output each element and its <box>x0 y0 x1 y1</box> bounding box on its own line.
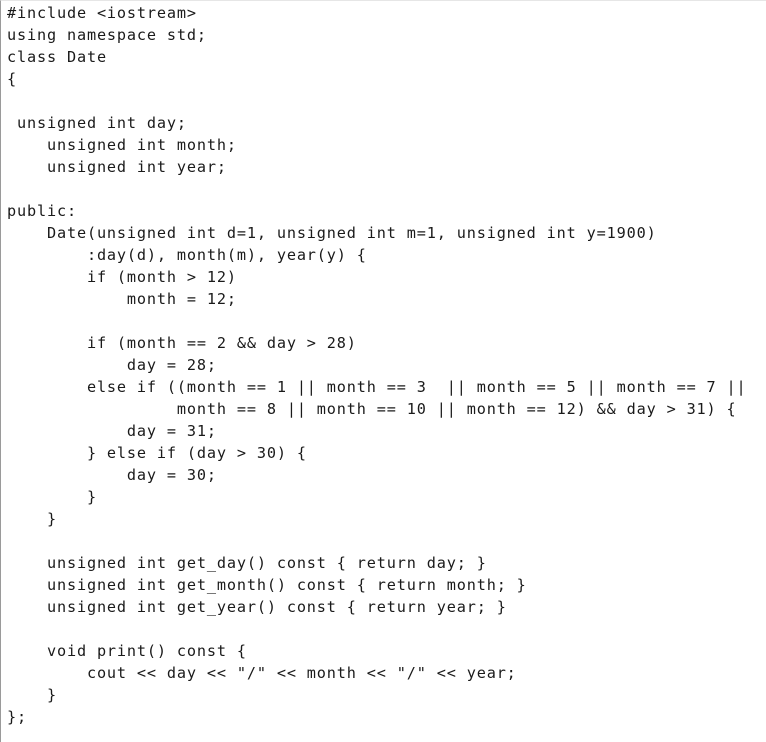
code-line: { <box>7 70 17 88</box>
code-line: ​ <box>7 618 747 640</box>
code-line: :day(d), month(m), year(y) { <box>7 246 367 264</box>
code-line: void print() const { <box>7 642 247 660</box>
code-line: unsigned int month; <box>7 136 237 154</box>
code-line: else if ((month == 1 || month == 3 || mo… <box>7 378 747 396</box>
code-line: using namespace std; <box>7 26 207 44</box>
code-line: } <box>7 686 57 704</box>
code-line: class Date <box>7 48 107 66</box>
code-line: public: <box>7 202 77 220</box>
code-line: if (month == 2 && day > 28) <box>7 334 357 352</box>
code-line: day = 31; <box>7 422 217 440</box>
code-line: Date(unsigned int d=1, unsigned int m=1,… <box>7 224 657 242</box>
code-line: month = 12; <box>7 290 237 308</box>
code-line: if (month > 12) <box>7 268 237 286</box>
code-line: } else if (day > 30) { <box>7 444 307 462</box>
code-line: month == 8 || month == 10 || month == 12… <box>7 400 737 418</box>
code-line: unsigned int get_year() const { return y… <box>7 598 507 616</box>
code-line: unsigned int year; <box>7 158 227 176</box>
code-line: #include <iostream> <box>7 4 197 22</box>
code-line: }; <box>7 708 27 726</box>
code-line: unsigned int day; <box>7 114 187 132</box>
code-line: unsigned int get_day() const { return da… <box>7 554 487 572</box>
code-line: ​ <box>7 178 747 200</box>
code-line: day = 28; <box>7 356 217 374</box>
code-line: ​ <box>7 90 747 112</box>
code-line: unsigned int get_month() const { return … <box>7 576 527 594</box>
code-line: ​ <box>7 530 747 552</box>
code-line: day = 30; <box>7 466 217 484</box>
code-line: ​ <box>7 310 747 332</box>
code-line: } <box>7 510 57 528</box>
code-block[interactable]: #include <iostream> using namespace std; c… <box>7 2 747 728</box>
code-line: cout << day << "/" << month << "/" << ye… <box>7 664 517 682</box>
code-editor-panel[interactable]: #include <iostream> using namespace std; c… <box>0 0 766 742</box>
code-line: } <box>7 488 97 506</box>
